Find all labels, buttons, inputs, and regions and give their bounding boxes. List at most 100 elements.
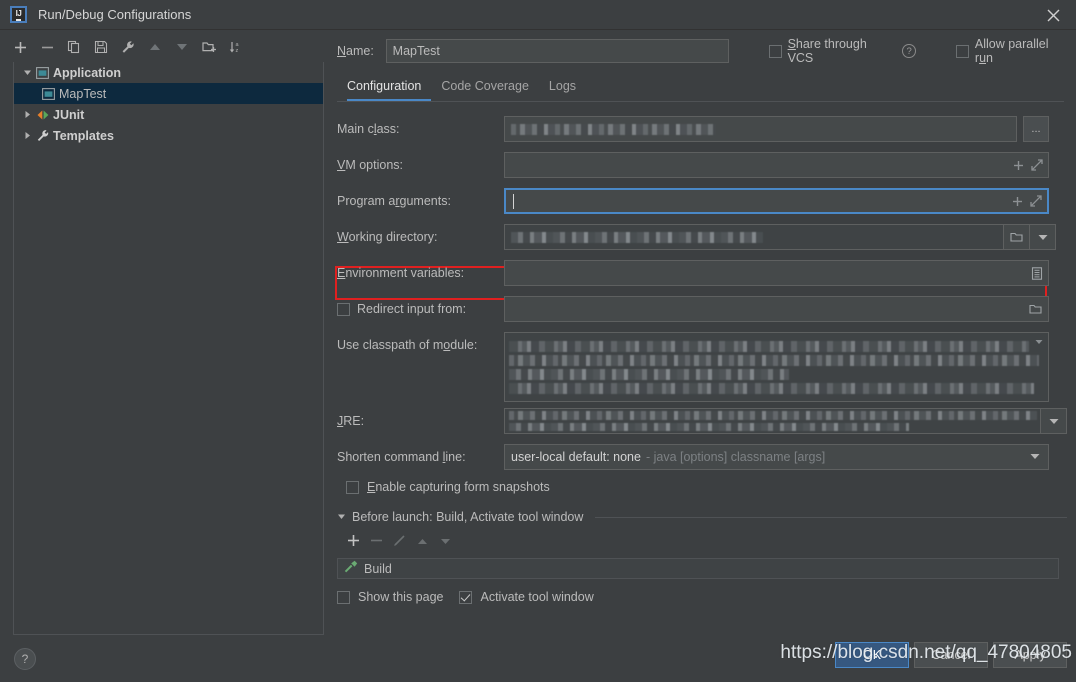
folder-icon[interactable]: [1029, 303, 1043, 315]
environment-variables-label: Environment variables:: [337, 266, 465, 280]
use-classpath-of-module-select[interactable]: [504, 332, 1049, 402]
new-folder-button[interactable]: [197, 36, 221, 58]
shorten-command-line-select[interactable]: user-local default: none - java [options…: [504, 444, 1049, 470]
before-launch-task-row[interactable]: Build: [337, 558, 1059, 579]
tab-code-coverage[interactable]: Code Coverage: [431, 77, 539, 101]
remove-task-button[interactable]: [370, 534, 383, 550]
copy-configuration-button[interactable]: [62, 36, 86, 58]
tree-item-application[interactable]: Application: [14, 62, 323, 83]
move-up-button[interactable]: [143, 36, 167, 58]
move-task-up-button[interactable]: [416, 535, 429, 549]
title-bar: IJ Run/Debug Configurations: [0, 0, 1076, 30]
shorten-command-line-label: Shorten command line:: [337, 450, 466, 464]
dialog-buttons: OK Cancel Apply: [835, 642, 1067, 668]
chevron-down-icon[interactable]: [1035, 338, 1043, 347]
redacted-value: [505, 409, 1040, 433]
tree-item-junit[interactable]: JUnit: [14, 104, 323, 125]
tree-item-maptest[interactable]: MapTest: [14, 83, 323, 104]
before-launch-header[interactable]: Before launch: Build, Activate tool wind…: [337, 510, 1067, 524]
activate-tool-window-checkbox[interactable]: Activate tool window: [459, 590, 594, 604]
edit-task-button[interactable]: [393, 534, 406, 550]
allow-parallel-run-checkbox[interactable]: Allow parallel run: [955, 37, 1067, 65]
redacted-value: [505, 333, 1048, 401]
help-icon[interactable]: ?: [902, 44, 916, 58]
redirect-input-actions: [1029, 297, 1043, 321]
before-launch-options: Show this page Activate tool window: [337, 590, 1067, 604]
jre-dropdown-button[interactable]: [1041, 408, 1067, 434]
name-input[interactable]: [385, 39, 729, 63]
active-tab-indicator: [347, 99, 431, 101]
chevron-down-icon[interactable]: [20, 68, 34, 77]
checkbox-box[interactable]: [768, 44, 782, 58]
tree-item-templates[interactable]: Templates: [14, 125, 323, 146]
tabs-divider: [337, 101, 1064, 102]
move-down-button[interactable]: [170, 36, 194, 58]
jre-select[interactable]: [504, 408, 1041, 434]
main-class-input[interactable]: [504, 116, 1017, 142]
close-icon[interactable]: [1030, 0, 1076, 30]
browse-working-directory-button[interactable]: [1004, 224, 1030, 250]
share-through-vcs-label: Share through VCS: [787, 37, 867, 65]
share-through-vcs-checkbox[interactable]: Share through VCS ?: [768, 37, 916, 65]
shorten-command-line-row: Shorten command line: user-local default…: [337, 444, 1067, 470]
redirect-input-checkbox[interactable]: Redirect input from:: [337, 302, 504, 316]
shorten-command-line-value: user-local default: none: [511, 450, 641, 464]
apply-button[interactable]: Apply: [993, 642, 1067, 668]
before-launch-title: Before launch: Build, Activate tool wind…: [352, 510, 584, 524]
task-label: Build: [364, 561, 392, 576]
editor-tabs: Configuration Code Coverage Logs: [337, 77, 1067, 101]
move-task-down-button[interactable]: [439, 535, 452, 549]
working-directory-history-button[interactable]: [1030, 224, 1056, 250]
redirect-input-label: Redirect input from:: [357, 302, 467, 316]
list-edit-icon[interactable]: [1031, 266, 1043, 280]
checkbox-box[interactable]: [459, 590, 473, 604]
chevron-down-icon[interactable]: [337, 510, 346, 524]
browse-main-class-button[interactable]: ...: [1023, 116, 1049, 142]
help-button[interactable]: ?: [14, 648, 36, 670]
redacted-value: [511, 231, 763, 243]
plus-icon[interactable]: [1013, 160, 1024, 171]
vm-options-label: VM options:: [337, 158, 404, 172]
chevron-down-icon[interactable]: [1030, 452, 1040, 462]
chevron-right-icon[interactable]: [20, 110, 34, 119]
configurations-tree[interactable]: Application MapTest JUnit Templates: [13, 62, 324, 635]
cancel-button[interactable]: Cancel: [914, 642, 988, 668]
intellij-logo-icon: IJ: [10, 6, 27, 23]
expand-icon[interactable]: [1031, 159, 1043, 171]
save-configuration-button[interactable]: [89, 36, 113, 58]
add-task-button[interactable]: [347, 534, 360, 550]
remove-configuration-button[interactable]: [35, 36, 59, 58]
plus-icon[interactable]: [1012, 196, 1023, 207]
enable-capturing-row: Enable capturing form snapshots: [337, 480, 1067, 494]
add-configuration-button[interactable]: [8, 36, 32, 58]
show-this-page-checkbox[interactable]: Show this page: [337, 590, 443, 604]
environment-variables-input[interactable]: [504, 260, 1049, 286]
vm-options-input[interactable]: [504, 152, 1049, 178]
program-arguments-input[interactable]: [504, 188, 1049, 214]
redacted-value: [511, 123, 716, 135]
configuration-editor: Name: Share through VCS ? Allow parallel…: [335, 34, 1067, 604]
expand-icon[interactable]: [1030, 195, 1042, 207]
jre-row: JRE:: [337, 408, 1067, 434]
tab-configuration[interactable]: Configuration: [337, 77, 431, 101]
enable-capturing-checkbox[interactable]: Enable capturing form snapshots: [346, 480, 550, 494]
tree-item-label: JUnit: [53, 107, 85, 122]
environment-variables-row: Environment variables:: [337, 260, 1067, 286]
checkbox-box[interactable]: [346, 480, 359, 494]
working-directory-input[interactable]: [504, 224, 1004, 250]
tab-logs[interactable]: Logs: [539, 77, 586, 101]
edit-templates-button[interactable]: [116, 36, 140, 58]
chevron-right-icon[interactable]: [20, 131, 34, 140]
activate-tool-window-label: Activate tool window: [480, 590, 594, 604]
checkbox-box[interactable]: [955, 44, 969, 58]
checkbox-box[interactable]: [337, 590, 350, 604]
redirect-input-field[interactable]: [504, 296, 1049, 322]
tree-item-label: Templates: [53, 128, 114, 143]
hammer-icon: [344, 560, 358, 577]
use-classpath-of-module-label: Use classpath of module:: [337, 338, 478, 352]
ok-button[interactable]: OK: [835, 642, 909, 668]
text-caret: [513, 193, 514, 209]
working-directory-row: Working directory:: [337, 224, 1067, 250]
checkbox-box[interactable]: [337, 302, 350, 316]
sort-configurations-button[interactable]: az: [224, 36, 248, 58]
